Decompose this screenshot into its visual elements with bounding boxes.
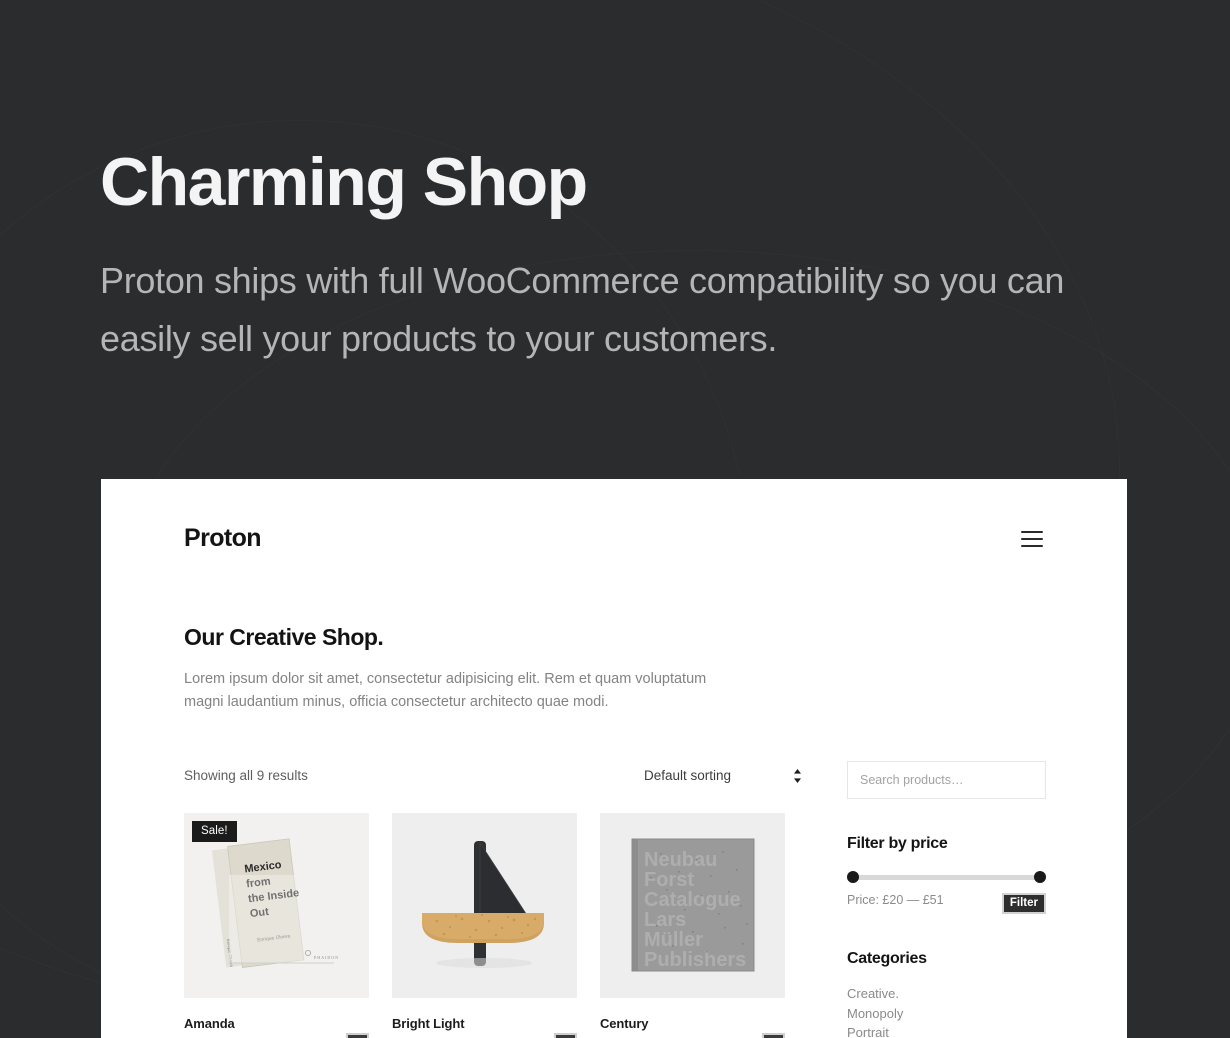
product-meta: Bright Light £20.00: [392, 1016, 577, 1038]
sorting-selected-label: Default sorting: [643, 768, 731, 784]
svg-text:PHAIDON: PHAIDON: [314, 955, 339, 960]
product-card[interactable]: Neubau Forst Catalogue Lars Müller Publi…: [600, 812, 785, 1038]
price-filter-widget: Filter by price Price: £20 — £51 Filter: [847, 835, 1046, 914]
product-thumbnail[interactable]: Sale! Mexico from the Inside Out Enrique…: [184, 812, 369, 998]
shop-body: Showing all 9 results Default sorting Sa…: [101, 760, 1127, 1038]
add-to-cart-button[interactable]: [346, 1032, 369, 1038]
product-thumbnail[interactable]: [392, 812, 577, 998]
status-badge: Sale!: [192, 820, 237, 842]
list-item[interactable]: Creative.: [847, 984, 1046, 1004]
search-input[interactable]: [847, 760, 1046, 799]
product-grid: Sale! Mexico from the Inside Out Enrique…: [184, 812, 802, 1038]
hamburger-bar-2: [1021, 537, 1043, 540]
price-range-slider[interactable]: [847, 870, 1046, 883]
site-panel: Proton Our Creative Shop. Lorem ipsum do…: [101, 479, 1127, 1038]
svg-text:Forst: Forst: [644, 869, 694, 891]
hero-subtitle: Proton ships with full WooCommerce compa…: [100, 260, 1065, 360]
slider-track[interactable]: [851, 874, 1042, 880]
list-item[interactable]: Monopoly: [847, 1004, 1046, 1024]
product-name[interactable]: Bright Light: [392, 1016, 554, 1031]
hamburger-bar-1: [1021, 530, 1043, 533]
svg-text:Lars: Lars: [644, 909, 686, 931]
sorting-select[interactable]: Default sorting: [644, 768, 802, 783]
product-name[interactable]: Century: [600, 1016, 762, 1031]
product-info: Amanda £45.00£44.00: [184, 1016, 346, 1038]
categories-title: Categories: [847, 949, 927, 967]
product-thumbnail[interactable]: Neubau Forst Catalogue Lars Müller Publi…: [600, 812, 785, 998]
updown-chevron-icon: [793, 768, 802, 783]
product-info: Century £32.00: [600, 1016, 762, 1038]
site-header: Proton: [101, 479, 1127, 553]
shop-title: Our Creative Shop.: [184, 624, 384, 650]
svg-text:Neubau: Neubau: [644, 849, 717, 871]
price-range-label: Price: £20 — £51: [847, 892, 944, 907]
hero-section: Charming Shop Proton ships with full Woo…: [0, 0, 1230, 369]
brand-logo[interactable]: Proton: [184, 524, 262, 553]
results-bar: Showing all 9 results Default sorting: [184, 761, 802, 791]
hamburger-bar-3: [1021, 544, 1043, 547]
product-meta: Amanda £45.00£44.00: [184, 1016, 369, 1038]
price-filter-row: Price: £20 — £51 Filter: [847, 892, 1046, 914]
grey-neubau-forst-catalogue-book-image: Neubau Forst Catalogue Lars Müller Publi…: [600, 812, 785, 998]
product-name[interactable]: Amanda: [184, 1016, 346, 1031]
page-title: Charming Shop: [100, 144, 588, 220]
svg-text:Catalogue: Catalogue: [644, 889, 741, 911]
product-card[interactable]: Bright Light £20.00: [392, 812, 577, 1038]
svg-text:Müller: Müller: [644, 929, 703, 951]
categories-list: Creative. Monopoly Portrait Window: [847, 984, 1046, 1038]
slider-handle-max[interactable]: [1034, 870, 1046, 883]
filter-button[interactable]: Filter: [1001, 892, 1046, 914]
add-to-cart-button[interactable]: [762, 1032, 785, 1038]
cork-sailboat-black-sail-image: [392, 812, 577, 998]
product-meta: Century £32.00: [600, 1016, 785, 1038]
list-item[interactable]: Portrait: [847, 1023, 1046, 1038]
shop-main-column: Showing all 9 results Default sorting Sa…: [184, 761, 802, 1038]
add-to-cart-button[interactable]: [554, 1032, 577, 1038]
slider-handle-min[interactable]: [847, 870, 859, 883]
product-info: Bright Light £20.00: [392, 1016, 554, 1038]
hamburger-menu-icon[interactable]: [1021, 530, 1043, 547]
shop-intro: Our Creative Shop. Lorem ipsum dolor sit…: [101, 553, 1127, 715]
product-card[interactable]: Sale! Mexico from the Inside Out Enrique…: [184, 812, 369, 1038]
categories-widget: Categories Creative. Monopoly Portrait W…: [847, 950, 1046, 1038]
shop-description: Lorem ipsum dolor sit amet, consectetur …: [184, 671, 707, 711]
svg-text:Publishers: Publishers: [644, 949, 746, 971]
price-filter-title: Filter by price: [847, 834, 948, 852]
shop-sidebar: Filter by price Price: £20 — £51 Filter …: [847, 760, 1046, 1038]
results-count: Showing all 9 results: [184, 768, 308, 784]
